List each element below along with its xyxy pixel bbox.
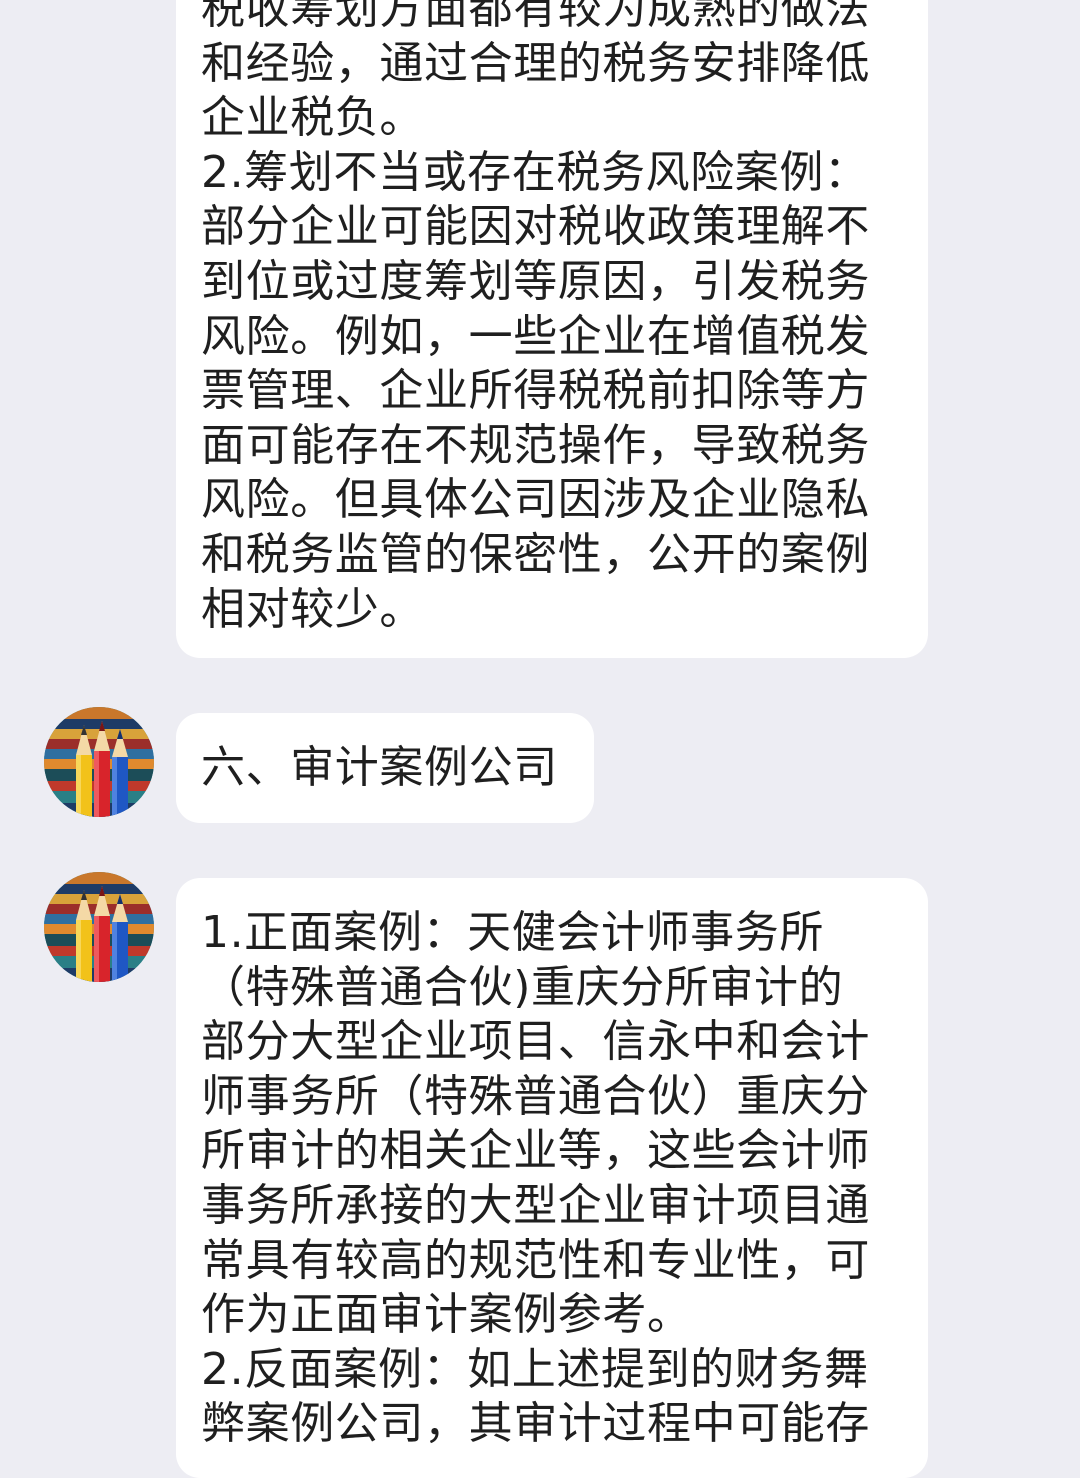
colored-pencils-icon (44, 707, 154, 817)
message-line: 风险。例如，一些企业在增值税发 (201, 310, 870, 362)
sender-avatar[interactable] (44, 707, 154, 817)
message-line: 票管理、企业所得税税前扣除等方 (201, 365, 870, 417)
message-line: 和经验，通过合理的税务安排降低 (201, 37, 870, 89)
message-line: 部分大型企业项目、信永中和会计 (201, 1016, 870, 1068)
message-bubble[interactable]: 六、审计案例公司 (176, 713, 594, 823)
message-bubble[interactable]: 1.正面案例：天健会计师事务所 （特殊普通合伙)重庆分所审计的 部分大型企业项目… (176, 878, 928, 1478)
message-line: 所审计的相关企业等，这些会计师 (201, 1125, 870, 1177)
message-line: 到位或过度筹划等原因，引发税务 (201, 255, 870, 307)
message-line: 2.反面案例：如上述提到的财务舞 (201, 1343, 869, 1395)
message-line: 企业税负。 (201, 92, 424, 144)
message-line: 和税务监管的保密性，公开的案例 (201, 528, 870, 580)
message-line: 1.正面案例：天健会计师事务所 (201, 907, 824, 958)
message-line: 2.筹划不当或存在税务风险案例： (201, 146, 869, 198)
message-line: 师事务所（特殊普通合伙）重庆分 (201, 1070, 870, 1122)
message-line: 作为正面审计案例参考。 (201, 1289, 692, 1341)
message-line: 部分企业可能因对税收政策理解不 (201, 201, 870, 253)
message-line: 六、审计案例公司 (201, 742, 558, 793)
message-line: 税收筹划方面都有较为成熟的做法 (201, 0, 870, 34)
message-line: （特殊普通合伙)重庆分所审计的 (201, 961, 844, 1013)
message-line: 弊案例公司，其审计过程中可能存 (201, 1398, 870, 1450)
message-line: 相对较少。 (201, 583, 424, 635)
message-line: 事务所承接的大型企业审计项目通 (201, 1179, 870, 1231)
colored-pencils-icon (44, 872, 154, 982)
sender-avatar[interactable] (44, 872, 154, 982)
message-line: 风险。但具体公司因涉及企业隐私 (201, 474, 870, 526)
message-line: 面可能存在不规范操作，导致税务 (201, 419, 870, 471)
message-line: 常具有较高的规范性和专业性，可 (201, 1234, 870, 1286)
message-bubble[interactable]: 税收筹划方面都有较为成熟的做法 和经验，通过合理的税务安排降低 企业税负。 2.… (176, 0, 928, 658)
